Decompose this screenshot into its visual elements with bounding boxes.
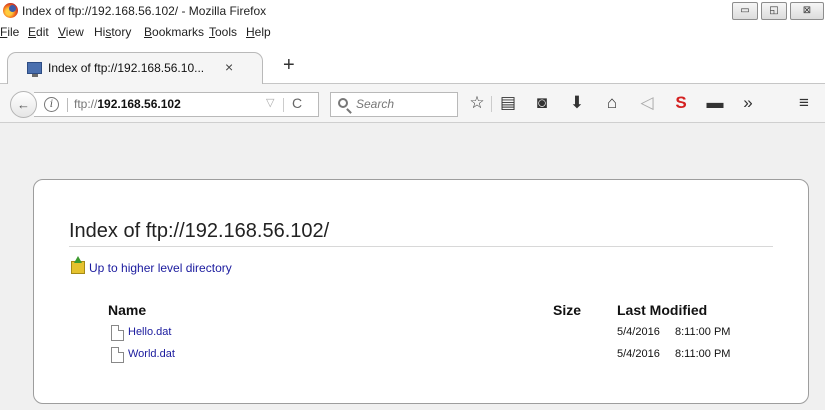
site-info-icon[interactable]: i [44,97,59,112]
navigation-toolbar: i ftp://192.168.56.102 ▽ C ← Search ☆ ▤ … [0,84,825,123]
tab-ftp-index[interactable]: Index of ftp://192.168.56.10... × [7,52,263,85]
hamburger-menu-icon[interactable]: ≡ [793,93,815,113]
url-text[interactable]: ftp://192.168.56.102 [74,97,181,111]
file-date: 5/4/2016 [617,326,660,338]
minimize-button[interactable]: ▭ [732,2,758,20]
column-header-name[interactable]: Name [108,302,146,318]
reload-icon[interactable]: C [292,95,302,111]
url-history-dropdown-icon[interactable]: ▽ [266,96,274,109]
bookmark-star-icon[interactable]: ☆ [466,93,488,113]
back-button[interactable]: ← [10,91,37,118]
directory-listing-card: Index of ftp://192.168.56.102/ Up to hig… [33,179,809,404]
maximize-button[interactable]: ◱ [761,2,787,20]
menu-view[interactable]: View [58,25,84,39]
url-divider [67,98,68,112]
tab-close-icon[interactable]: × [225,59,233,75]
url-host: 192.168.56.102 [97,97,181,111]
file-time: 8:11:00 PM [675,348,731,360]
table-row: Hello.dat 5/4/2016 8:11:00 PM [34,323,810,345]
file-link[interactable]: World.dat [128,348,175,360]
window-titlebar: Index of ftp://192.168.56.102/ - Mozilla… [0,0,825,22]
url-bar[interactable]: i ftp://192.168.56.102 ▽ C [34,92,319,117]
search-input[interactable]: Search [330,92,458,117]
file-date: 5/4/2016 [617,348,660,360]
search-icon [338,98,348,108]
overflow-icon[interactable]: » [737,93,759,113]
file-icon [111,325,124,341]
reading-list-icon[interactable]: ▤ [497,93,519,113]
tab-title: Index of ftp://192.168.56.10... [48,61,205,75]
file-link[interactable]: Hello.dat [128,326,171,338]
up-directory-icon[interactable] [71,256,85,274]
menu-help[interactable]: Help [246,25,271,39]
download-icon[interactable]: ⬇ [566,93,588,113]
file-time: 8:11:00 PM [675,326,731,338]
column-header-modified[interactable]: Last Modified [617,302,707,318]
folder-icon[interactable]: ▬ [704,93,726,113]
firefox-logo-icon [3,3,18,18]
close-window-button[interactable]: ⊠ [790,2,824,20]
title-divider [69,246,773,247]
tab-strip: Index of ftp://192.168.56.10... × + [0,42,825,85]
toolbar-divider [491,96,492,112]
menu-history[interactable]: History [94,25,131,39]
shield-extension-icon[interactable]: S [670,93,692,113]
new-tab-button[interactable]: + [283,54,295,77]
column-header-size[interactable]: Size [553,302,581,318]
pocket-icon[interactable]: ◙ [531,93,553,113]
table-row: World.dat 5/4/2016 8:11:00 PM [34,345,810,367]
menu-file[interactable]: File [0,25,19,39]
window-title: Index of ftp://192.168.56.102/ - Mozilla… [22,4,267,18]
file-icon [111,347,124,363]
up-directory-link[interactable]: Up to higher level directory [89,261,232,275]
menu-bookmarks[interactable]: Bookmarks [144,25,204,39]
url-divider [283,98,284,112]
menu-tools[interactable]: Tools [209,25,237,39]
menu-edit[interactable]: Edit [28,25,49,39]
monitor-favicon-icon [27,62,42,77]
page-title: Index of ftp://192.168.56.102/ [69,220,330,242]
menubar: File Edit View History Bookmarks Tools H… [0,22,825,42]
page-content: Index of ftp://192.168.56.102/ Up to hig… [0,124,825,410]
url-scheme: ftp:// [74,97,98,111]
home-icon[interactable]: ⌂ [601,93,623,113]
search-placeholder: Search [356,97,395,111]
send-icon[interactable]: ◁ [636,93,658,113]
